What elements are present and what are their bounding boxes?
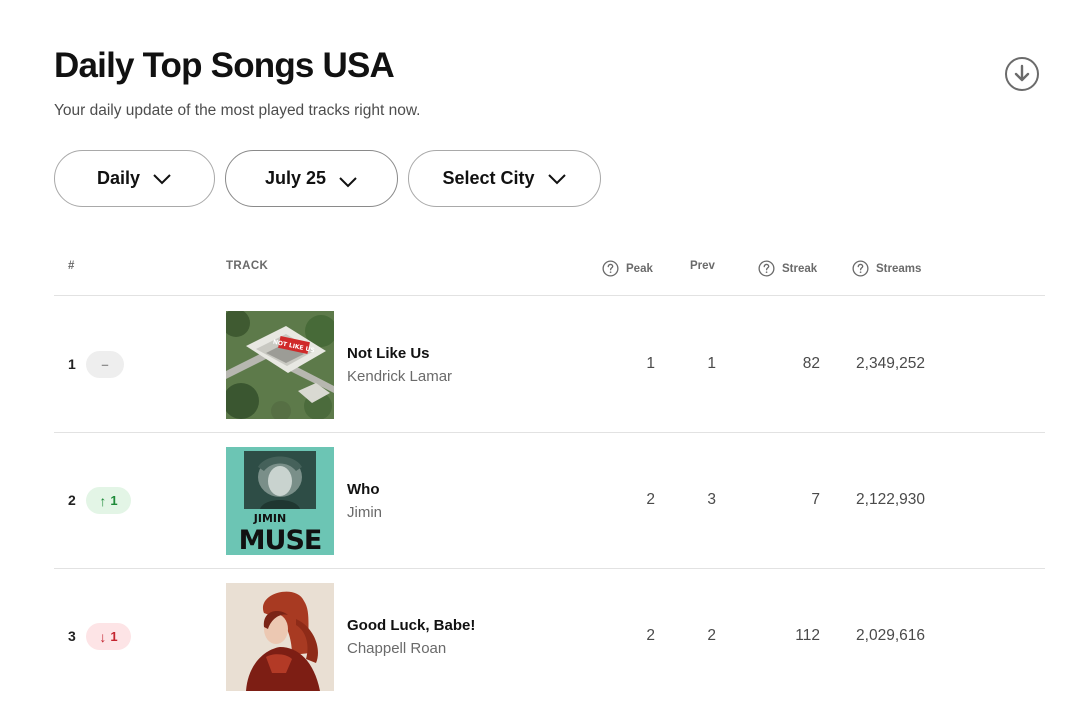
date-dropdown-label: July 25: [264, 168, 327, 188]
table-row[interactable]: 3 ↓ 1 Good Luck, Babe! Chappell Roan 2 2…: [54, 569, 1045, 703]
streams-value: 2,029,616: [856, 627, 925, 644]
table-row[interactable]: 1 – NOT LIKE US Not Like Us Kendrick Lam…: [54, 297, 1045, 433]
table-row[interactable]: 2 ↑ 1 JIMIN MUSE Who Jimin 2 3 7 2,122,9…: [54, 433, 1045, 569]
peak-value: 1: [646, 355, 655, 372]
rank-number: 2: [68, 492, 76, 508]
streak-value: 82: [802, 355, 820, 372]
column-peak-label: Peak: [626, 262, 653, 275]
help-icon: [758, 260, 775, 277]
rank-number: 1: [68, 356, 76, 372]
column-rank: #: [68, 260, 75, 272]
page-title: Daily Top Songs USA: [54, 46, 395, 85]
chevron-down-icon: [152, 173, 172, 185]
streams-value: 2,122,930: [856, 491, 925, 508]
rank-change-value: 1: [110, 493, 118, 508]
table-header: # TRACK Peak Prev Streak Streams: [54, 252, 1045, 296]
arrow-down-icon: ↓: [99, 628, 107, 645]
album-art[interactable]: [226, 583, 334, 691]
city-dropdown[interactable]: Select City: [408, 150, 601, 207]
streams-value: 2,349,252: [856, 355, 925, 372]
rank-change-badge: –: [86, 351, 124, 378]
prev-value: 3: [707, 491, 716, 508]
chevron-down-icon: [547, 173, 567, 185]
streak-value: 112: [795, 627, 820, 644]
column-streak[interactable]: Streak: [758, 260, 817, 277]
track-title[interactable]: Good Luck, Babe!: [347, 617, 475, 634]
rank-change-value: 1: [110, 629, 118, 644]
help-icon: [852, 260, 869, 277]
column-streak-label: Streak: [782, 262, 818, 275]
column-streams-label: Streams: [876, 262, 922, 275]
column-peak[interactable]: Peak: [602, 260, 653, 277]
rank-change-badge: ↓ 1: [86, 623, 131, 650]
page-subtitle: Your daily update of the most played tra…: [54, 102, 421, 119]
city-dropdown-label: Select City: [442, 168, 535, 188]
rank-number: 3: [68, 628, 76, 644]
rank-change-value: –: [101, 357, 109, 372]
download-button[interactable]: [1005, 57, 1039, 91]
peak-value: 2: [646, 491, 655, 508]
album-art[interactable]: JIMIN MUSE: [226, 447, 334, 555]
album-art[interactable]: NOT LIKE US: [226, 311, 334, 419]
period-dropdown[interactable]: Daily: [54, 150, 215, 207]
date-dropdown[interactable]: July 25: [225, 150, 398, 207]
track-title[interactable]: Not Like Us: [347, 345, 430, 362]
prev-value: 2: [707, 627, 716, 644]
column-track: TRACK: [226, 260, 269, 272]
help-icon: [602, 260, 619, 277]
track-artist[interactable]: Kendrick Lamar: [347, 368, 452, 385]
rank-change-badge: ↑ 1: [86, 487, 131, 514]
download-arrow-icon: [1014, 64, 1030, 82]
period-dropdown-label: Daily: [96, 168, 141, 188]
arrow-up-icon: ↑: [99, 492, 107, 509]
track-artist[interactable]: Jimin: [347, 504, 382, 521]
chevron-down-icon: [338, 176, 358, 188]
peak-value: 2: [646, 627, 655, 644]
track-artist[interactable]: Chappell Roan: [347, 640, 446, 657]
track-title[interactable]: Who: [347, 481, 379, 498]
column-prev: Prev: [690, 260, 715, 272]
column-streams[interactable]: Streams: [852, 260, 921, 277]
album-art-artist-text: JIMIN: [253, 512, 286, 525]
prev-value: 1: [707, 355, 716, 372]
streak-value: 7: [811, 491, 820, 508]
album-art-text: MUSE: [239, 525, 322, 555]
